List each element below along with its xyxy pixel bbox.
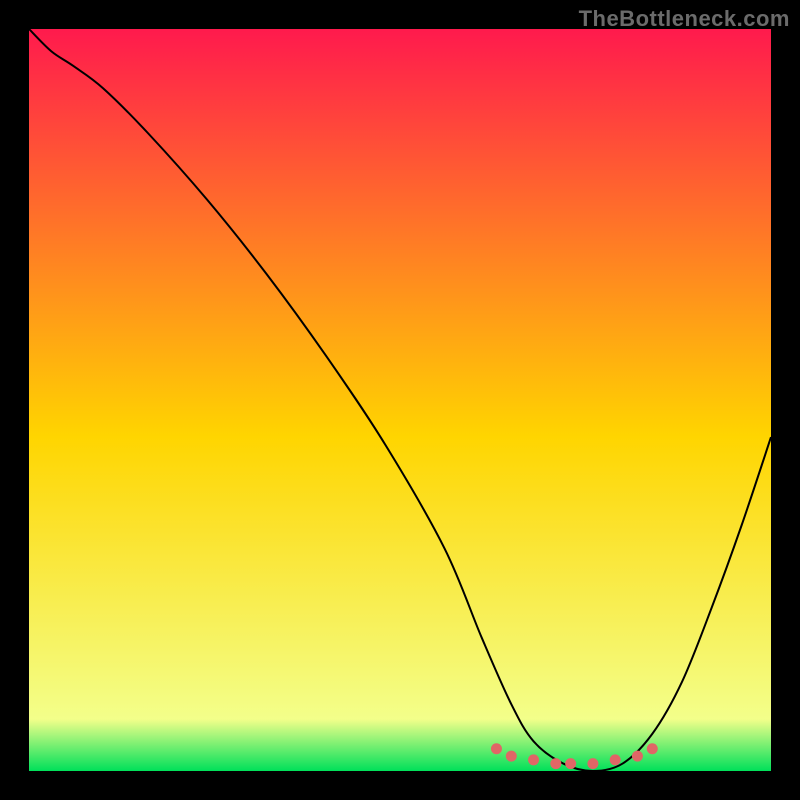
chart-frame: TheBottleneck.com xyxy=(0,0,800,800)
marker-dot xyxy=(491,743,502,754)
plot-background xyxy=(29,29,771,771)
marker-dot xyxy=(528,754,539,765)
marker-dot xyxy=(587,758,598,769)
marker-dot xyxy=(610,754,621,765)
marker-dot xyxy=(565,758,576,769)
marker-dot xyxy=(550,758,561,769)
plot-area xyxy=(29,29,771,771)
marker-dot xyxy=(506,751,517,762)
marker-dot xyxy=(647,743,658,754)
marker-dot xyxy=(632,751,643,762)
chart-svg xyxy=(29,29,771,771)
